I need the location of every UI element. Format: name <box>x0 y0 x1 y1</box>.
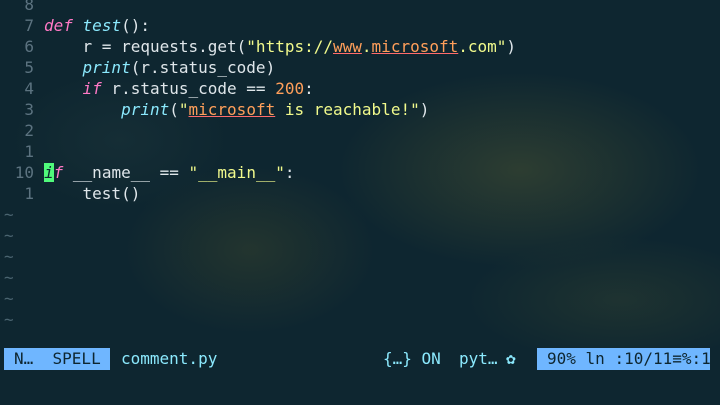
code-token: microsoft <box>371 37 459 56</box>
empty-line-marker: ~ <box>4 247 14 266</box>
line-number: 10 <box>14 163 34 182</box>
code-token: r.status_code == <box>101 79 276 98</box>
empty-line-marker: ~ <box>4 268 14 287</box>
code-token: "https:// <box>246 37 333 56</box>
code-text: if r.status_code == 200: <box>44 78 314 99</box>
code-token: . <box>361 37 372 56</box>
code-token: ) <box>506 37 517 56</box>
code-token: i <box>44 163 54 182</box>
code-token: __name__ == <box>63 163 189 182</box>
code-token: test() <box>44 184 141 203</box>
code-text: r = requests.get("https://www.microsoft.… <box>44 36 517 57</box>
code-line[interactable]: 3 print("microsoft is reachable!") <box>0 99 720 120</box>
line-number: 6 <box>24 37 34 56</box>
line-number: 2 <box>24 121 34 140</box>
code-token: .com" <box>458 37 507 56</box>
code-text: if __name__ == "__main__": <box>44 162 294 183</box>
line-number: 1 <box>24 142 34 161</box>
line-number: 4 <box>24 79 34 98</box>
code-token: ) <box>419 100 430 119</box>
code-line[interactable]: 4 if r.status_code == 200: <box>0 78 720 99</box>
code-token: print <box>121 100 170 119</box>
code-line[interactable]: 8 <box>0 0 720 15</box>
code-text: def test(): <box>44 15 150 36</box>
empty-line-marker: ~ <box>4 289 14 308</box>
code-token: def <box>44 16 73 35</box>
mode-indicator: N… SPELL <box>4 348 110 370</box>
code-text: print(r.status_code) <box>44 57 276 78</box>
spell-indicator: SPELL <box>52 349 101 368</box>
code-token: : <box>284 163 295 182</box>
code-line[interactable]: 6 r = requests.get("https://www.microsof… <box>0 36 720 57</box>
cursor-position: 90% ln :10/11≡%:1 <box>537 348 711 370</box>
code-token: " <box>178 100 189 119</box>
line-number: 8 <box>24 0 34 14</box>
code-token: www <box>333 37 362 56</box>
code-token: print <box>82 58 131 77</box>
empty-line-marker: ~ <box>4 310 14 329</box>
code-token: "__main__" <box>188 163 285 182</box>
code-token: r = requests.get( <box>44 37 247 56</box>
code-token: 200 <box>275 79 305 98</box>
code-token: test <box>82 16 122 35</box>
line-number: 7 <box>24 16 34 35</box>
code-line[interactable]: 1 test() <box>0 183 720 204</box>
code-line[interactable]: 10 if __name__ == "__main__": <box>0 162 720 183</box>
python-icon: ✿ <box>506 349 516 368</box>
code-token: (r.status_code) <box>130 58 276 77</box>
file-name: comment.py <box>121 349 218 368</box>
code-token: f <box>53 163 64 182</box>
code-line[interactable]: 1 <box>0 141 720 162</box>
line-number: 3 <box>24 100 34 119</box>
code-token: ( <box>169 100 179 119</box>
code-line[interactable]: 5 print(r.status_code) <box>0 57 720 78</box>
code-token: : <box>304 79 314 98</box>
file-type: pyt… <box>459 349 498 368</box>
line-number: 5 <box>24 58 34 77</box>
code-line[interactable]: 7 def test(): <box>0 15 720 36</box>
code-text: print("microsoft is reachable!") <box>44 99 429 120</box>
code-editor[interactable]: 8 7 def test(): 6 r = requests.get("https:/… <box>0 0 720 340</box>
empty-line-marker: ~ <box>4 226 14 245</box>
code-token: (): <box>121 16 150 35</box>
code-token: microsoft <box>188 100 276 119</box>
code-text: test() <box>44 183 141 204</box>
line-number: 1 <box>24 184 34 203</box>
fold-indicator: {…} ON <box>383 349 441 368</box>
status-line: N… SPELL comment.py {…} ON pyt… ✿ 90% ln… <box>0 348 720 370</box>
empty-line-marker: ~ <box>4 205 14 224</box>
code-line[interactable]: 2 <box>0 120 720 141</box>
code-token: if <box>82 79 102 98</box>
code-token: is reachable!" <box>275 100 420 119</box>
